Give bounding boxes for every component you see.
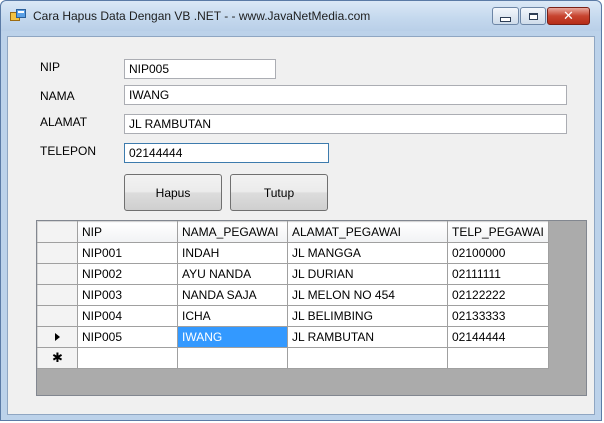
cell-alamat[interactable]: JL DURIAN [287,263,448,285]
tutup-button[interactable]: Tutup [230,174,328,211]
cell-new[interactable] [177,347,288,369]
grid-corner-header[interactable] [37,221,78,243]
cell-nama[interactable]: ICHA [177,305,288,327]
cell-telp[interactable]: 02144444 [447,326,549,348]
cell-nip[interactable]: NIP002 [77,263,178,285]
maximize-icon [528,12,538,20]
column-header-nip[interactable]: NIP [77,221,178,243]
cell-telp[interactable]: 02111111 [447,263,549,285]
column-header-nama-pegawai[interactable]: NAMA_PEGAWAI [177,221,288,243]
table-row[interactable]: NIP002 AYU NANDA JL DURIAN 02111111 [37,263,549,285]
application-icon [10,9,26,21]
cell-telp[interactable]: 02100000 [447,242,549,264]
table-row[interactable]: NIP004 ICHA JL BELIMBING 02133333 [37,305,549,327]
cell-nip[interactable]: NIP005 [77,326,178,348]
cell-alamat[interactable]: JL MANGGA [287,242,448,264]
close-button[interactable]: ✕ [547,7,590,25]
main-window: Cara Hapus Data Dengan VB .NET - - www.J… [0,0,602,421]
pegawai-data-grid[interactable]: NIP NAMA_PEGAWAI ALAMAT_PEGAWAI TELP_PEG… [36,220,587,396]
telepon-field[interactable] [124,143,329,163]
row-header[interactable] [37,305,78,327]
cell-new[interactable] [77,347,178,369]
minimize-icon [500,16,511,22]
cell-telp[interactable]: 02122222 [447,284,549,306]
table-row-current[interactable]: NIP005 IWANG JL RAMBUTAN 02144444 [37,326,549,348]
nama-field[interactable] [124,85,567,105]
new-row[interactable]: ✱ [37,347,549,369]
alamat-label: ALAMAT [40,115,88,129]
cell-alamat[interactable]: JL MELON NO 454 [287,284,448,306]
cell-nama[interactable]: NANDA SAJA [177,284,288,306]
grid-header-row: NIP NAMA_PEGAWAI ALAMAT_PEGAWAI TELP_PEG… [37,221,549,243]
cell-new[interactable] [447,347,549,369]
cell-new[interactable] [287,347,448,369]
cell-nip[interactable]: NIP003 [77,284,178,306]
table-row[interactable]: NIP003 NANDA SAJA JL MELON NO 454 021222… [37,284,549,306]
column-header-alamat-pegawai[interactable]: ALAMAT_PEGAWAI [287,221,448,243]
row-header[interactable] [37,284,78,306]
cell-nip[interactable]: NIP004 [77,305,178,327]
cell-nip[interactable]: NIP001 [77,242,178,264]
cell-nama-selected[interactable]: IWANG [177,326,288,348]
window-title: Cara Hapus Data Dengan VB .NET - - www.J… [33,9,371,23]
grid-table: NIP NAMA_PEGAWAI ALAMAT_PEGAWAI TELP_PEG… [37,221,549,369]
cell-nama[interactable]: AYU NANDA [177,263,288,285]
cell-alamat[interactable]: JL BELIMBING [287,305,448,327]
form-client-area: NIP NAMA ALAMAT TELEPON Hapus Tutup [7,36,595,415]
nama-label: NAMA [40,89,75,103]
cell-alamat[interactable]: JL RAMBUTAN [287,326,448,348]
title-bar[interactable]: Cara Hapus Data Dengan VB .NET - - www.J… [1,1,601,31]
close-icon: ✕ [563,8,574,24]
telepon-label: TELEPON [40,144,97,158]
row-header-current[interactable] [37,326,78,348]
hapus-button[interactable]: Hapus [124,174,222,211]
cell-telp[interactable]: 02133333 [447,305,549,327]
row-header-new[interactable]: ✱ [37,347,78,369]
row-header[interactable] [37,242,78,264]
nip-label: NIP [40,60,61,74]
cell-nama[interactable]: INDAH [177,242,288,264]
alamat-field[interactable] [124,114,567,134]
row-header[interactable] [37,263,78,285]
maximize-button[interactable] [520,7,546,25]
column-header-telp-pegawai[interactable]: TELP_PEGAWAI [447,221,549,243]
nip-field[interactable] [124,59,276,79]
new-row-asterisk-icon: ✱ [52,351,63,366]
table-row[interactable]: NIP001 INDAH JL MANGGA 02100000 [37,242,549,264]
current-row-arrow-icon [55,333,60,341]
minimize-button[interactable] [492,7,519,25]
